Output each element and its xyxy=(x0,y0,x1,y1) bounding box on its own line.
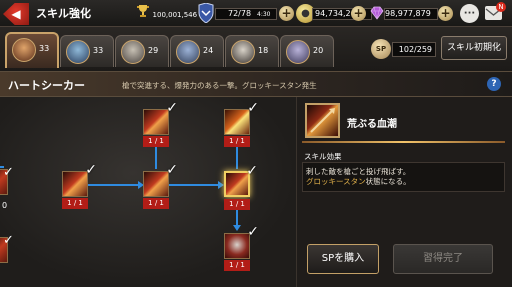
check-icon: ✓ xyxy=(166,162,178,178)
spear-skill-icon xyxy=(305,103,340,138)
character-info-bar: ハートシーカー 槍で突進する、爆発力のある一撃。グロッキースタン発生 ? xyxy=(0,71,512,97)
check-icon: ✓ xyxy=(166,100,178,116)
check-icon: ✓ xyxy=(3,165,14,180)
buy-sp-button[interactable]: SPを購入 xyxy=(307,244,379,274)
tab-character-1[interactable]: 33 xyxy=(5,32,59,68)
gem-value: 98,977,879 xyxy=(385,9,431,18)
skill-effect-line1: 刺した敵を槍ごと投げ飛ばす。 xyxy=(306,167,411,176)
tab-character-6[interactable]: 20 xyxy=(280,35,334,67)
sp-value: 102/259 xyxy=(392,42,436,57)
skill-node[interactable]: ✓ xyxy=(143,162,178,197)
skill-node-level: 1 / 1 xyxy=(224,260,250,271)
tab-character-3[interactable]: 29 xyxy=(115,35,169,67)
character-portrait xyxy=(66,40,90,64)
gem-icon xyxy=(369,5,385,25)
add-stamina-button[interactable]: + xyxy=(279,6,294,21)
tab-count: 18 xyxy=(258,46,269,55)
skill-node-level: 1 / 1 xyxy=(143,136,169,147)
stamina-box: 72/78 4:30 xyxy=(215,8,277,20)
check-icon: ✓ xyxy=(85,162,97,178)
skill-effect-rest: 状態になる。 xyxy=(365,177,411,186)
check-icon: ✓ xyxy=(3,233,14,248)
tab-count: 33 xyxy=(93,46,104,55)
skill-effect-line2: グロッキースタン状態になる。 xyxy=(306,177,411,187)
skill-node[interactable]: ✓ xyxy=(62,162,97,197)
stamina-value: 72/78 xyxy=(228,9,252,18)
character-portrait xyxy=(121,40,145,64)
skill-node-level: 1 / 1 xyxy=(143,198,169,209)
gem-box: 98,977,879 xyxy=(384,8,438,20)
tab-count: 29 xyxy=(148,46,159,55)
divider xyxy=(302,141,505,143)
mail-badge: N xyxy=(496,2,506,12)
back-button[interactable]: ◀ xyxy=(3,3,29,25)
help-icon[interactable]: ? xyxy=(487,77,501,91)
add-gold-button[interactable]: + xyxy=(351,6,366,21)
skull-portrait xyxy=(231,40,255,64)
skill-node-selected[interactable]: ✓ xyxy=(224,163,258,197)
tab-count: 24 xyxy=(203,46,214,55)
tab-count: 33 xyxy=(39,44,50,53)
character-tab-strip: 33 33 29 24 18 20 SP 102/259 スキル初期化 xyxy=(0,27,512,71)
mail-icon[interactable]: N xyxy=(485,2,506,20)
check-icon: ✓ xyxy=(247,100,259,116)
skill-node-level: 1 / 1 xyxy=(224,136,250,147)
trophy-resource: 100,001,546 xyxy=(136,4,197,22)
trophy-value: 100,001,546 xyxy=(152,11,198,19)
trophy-icon xyxy=(136,4,150,25)
skill-node[interactable]: ✓ xyxy=(143,100,178,135)
screen-title: スキル強化 xyxy=(36,7,91,20)
armor-skill-node[interactable]: ✓ xyxy=(224,224,259,259)
character-portrait xyxy=(12,38,36,62)
top-bar: ◀ スキル強化 100,001,546 72/78 4:30 + ● 94,73… xyxy=(0,0,512,27)
character-portrait xyxy=(286,40,310,64)
add-gem-button[interactable]: + xyxy=(438,6,453,21)
check-icon: ✓ xyxy=(247,224,259,240)
skill-node-level: 1 / 1 xyxy=(224,199,250,210)
partial-node-level: 0 xyxy=(2,201,8,210)
chat-icon[interactable]: ··· xyxy=(460,4,479,23)
skill-effect-label: スキル効果 xyxy=(304,152,342,161)
stamina-shield-icon xyxy=(198,2,214,27)
sp-icon: SP xyxy=(371,39,391,59)
tab-character-4[interactable]: 24 xyxy=(170,35,224,67)
skill-node-level: 1 / 1 xyxy=(62,198,88,209)
skill-effect-highlight: グロッキースタン xyxy=(306,177,366,186)
skill-tree[interactable]: ✓ 0 ✓ ✓ 1 / 1 ✓ 1 / 1 ✓ 1 / 1 ✓ 1 / 1 ✓ … xyxy=(0,97,296,287)
stamina-timer: 4:30 xyxy=(257,11,271,18)
skill-reset-button[interactable]: スキル初期化 xyxy=(441,36,507,60)
learn-complete-button: 習得完了 xyxy=(393,244,493,274)
character-portrait xyxy=(176,40,200,64)
check-icon: ✓ xyxy=(246,163,258,179)
skill-effect-text: 刺した敵を槍ごと投げ飛ばす。 グロッキースタン状態になる。 xyxy=(306,167,411,187)
skill-node[interactable]: ✓ xyxy=(224,100,259,135)
skill-name: 荒ぶる血潮 xyxy=(347,119,397,130)
tab-character-2[interactable]: 33 xyxy=(60,35,114,67)
character-description: 槍で突進する、爆発力のある一撃。グロッキースタン発生 xyxy=(122,81,317,90)
tab-character-5[interactable]: 18 xyxy=(225,35,279,67)
tab-count: 20 xyxy=(313,46,324,55)
character-name: ハートシーカー xyxy=(8,79,85,92)
